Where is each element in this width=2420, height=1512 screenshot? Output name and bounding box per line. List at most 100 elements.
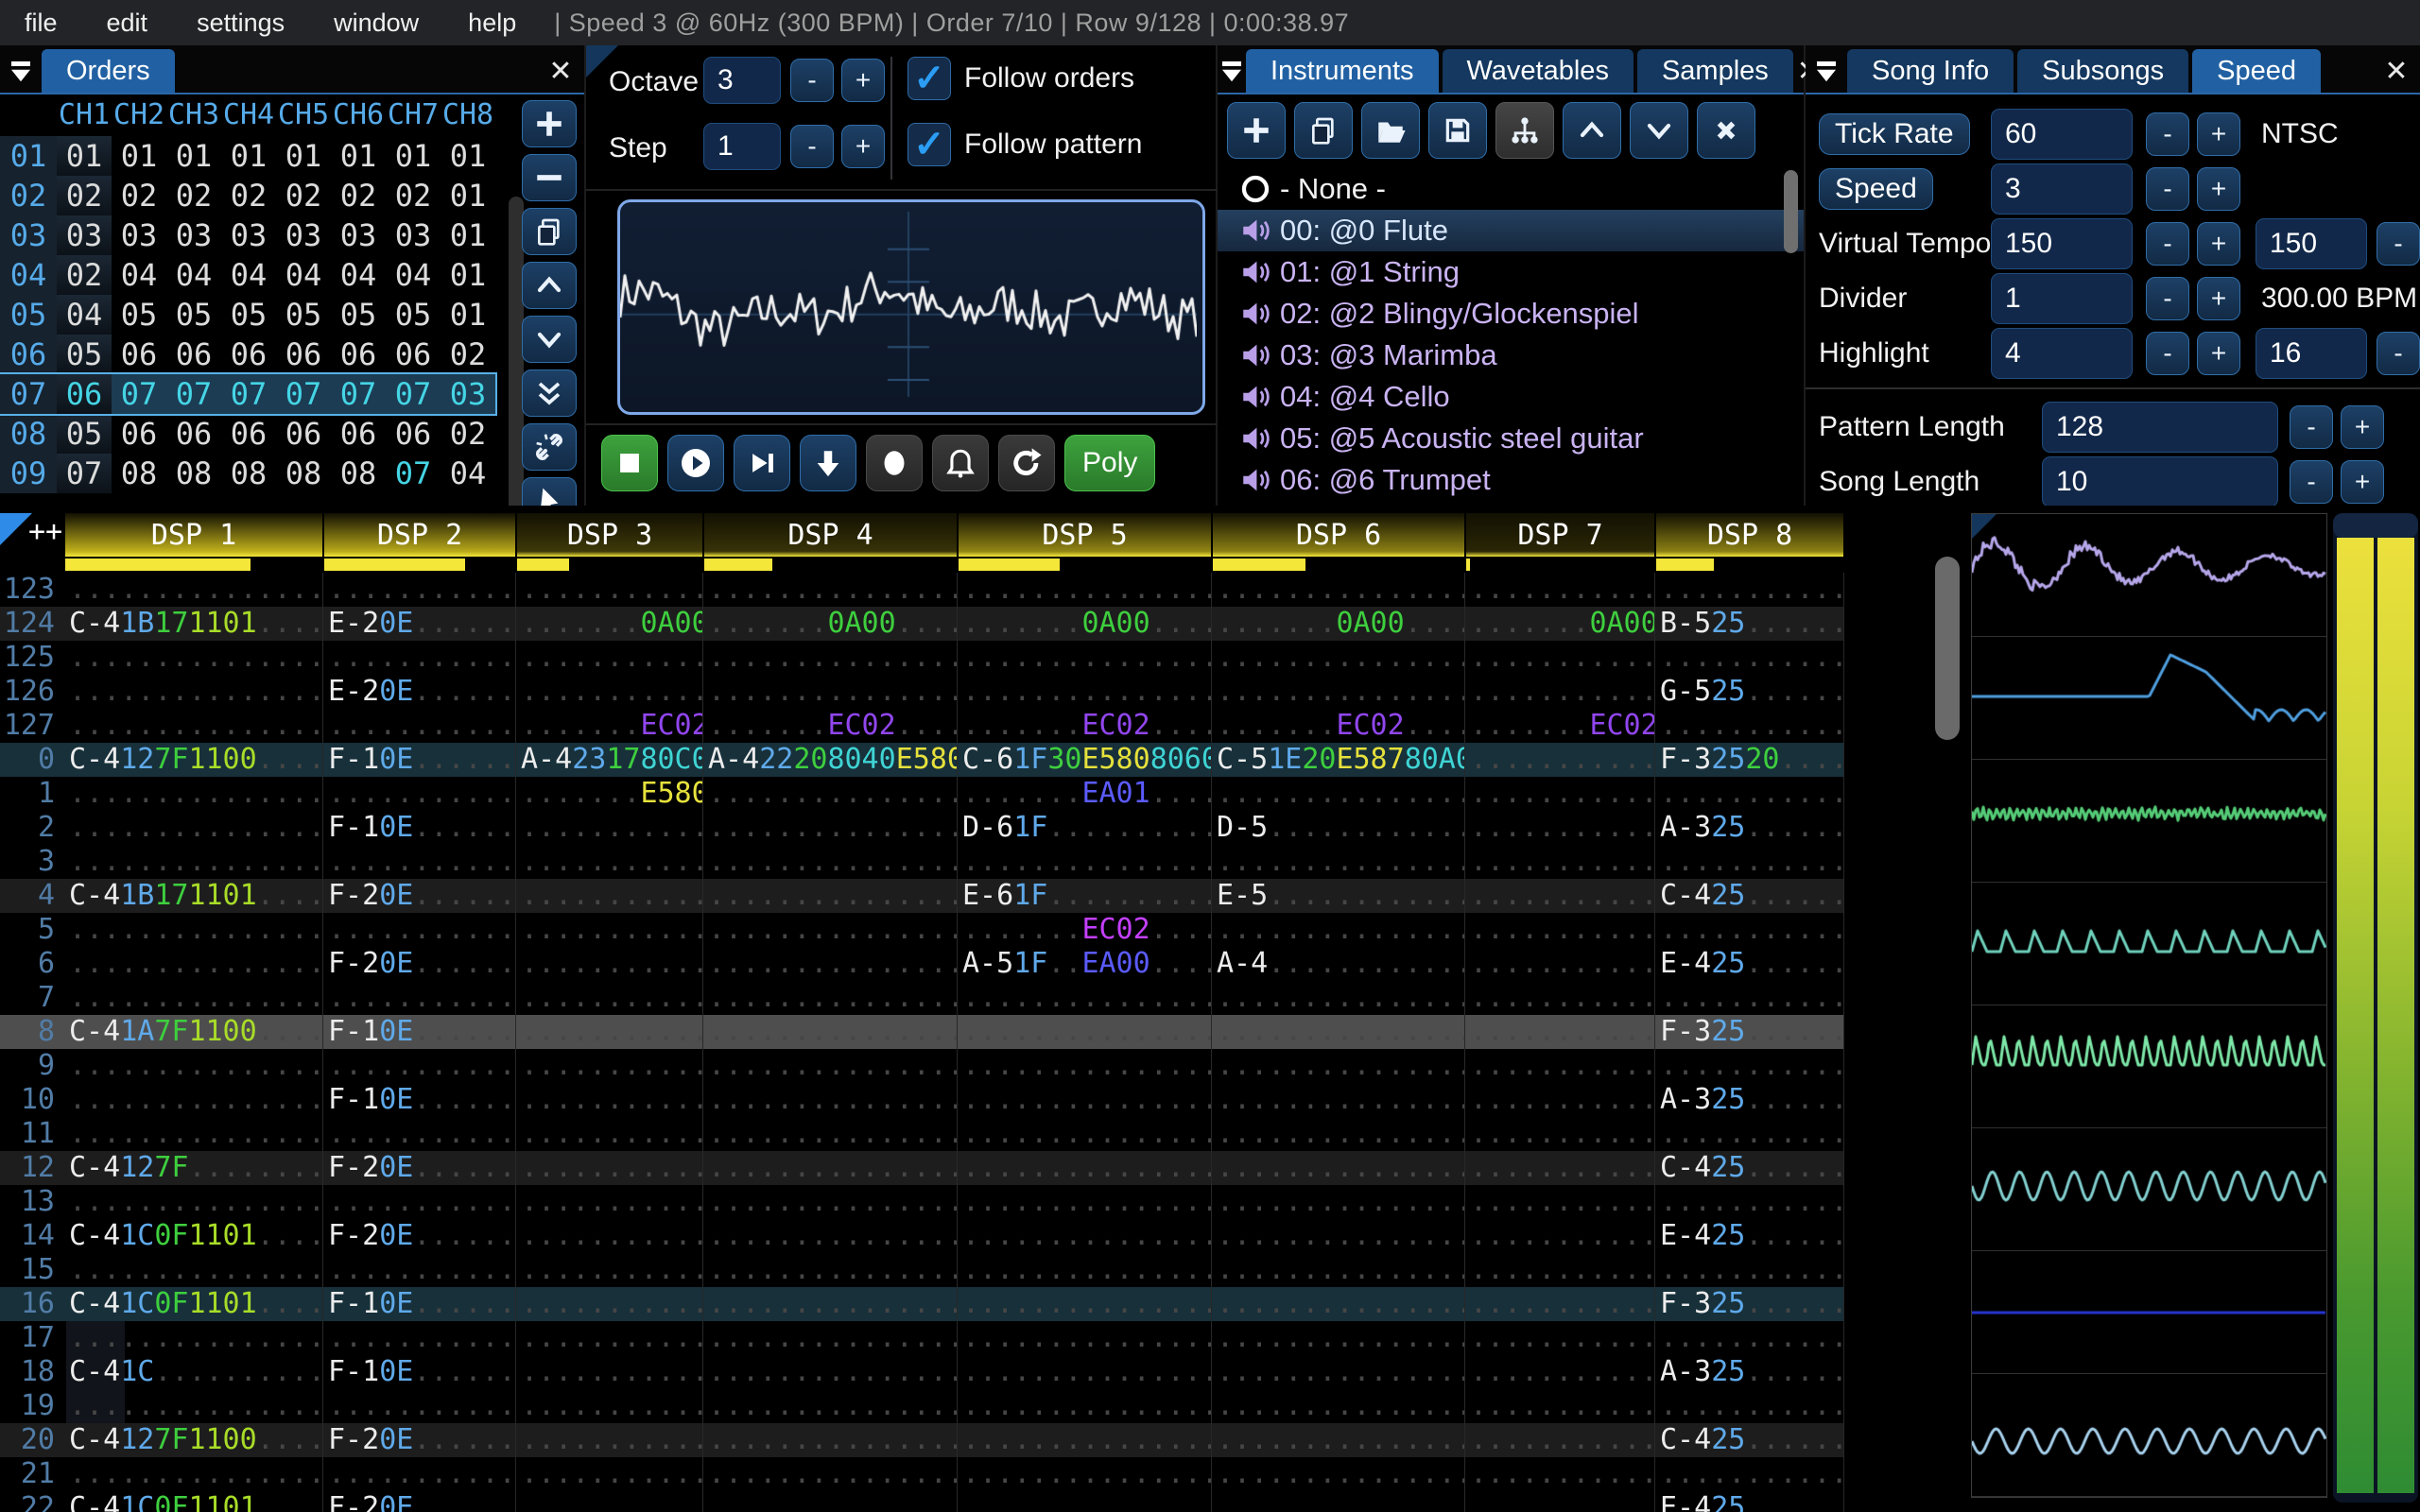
tab-orders[interactable]: Orders	[42, 49, 175, 93]
pattern-cell[interactable]: ...............	[1212, 641, 1465, 675]
pattern-cell[interactable]: ...............	[64, 641, 323, 675]
order-cell[interactable]: 07	[112, 374, 166, 414]
step-decrement-button[interactable]: -	[790, 125, 834, 168]
order-cell[interactable]: 02	[166, 176, 221, 215]
order-cell[interactable]: 02	[276, 176, 331, 215]
menu-help[interactable]: help	[443, 0, 541, 45]
pattern-cell[interactable]: ...............	[958, 1049, 1212, 1083]
pattern-cell[interactable]: E-5............	[1212, 879, 1465, 913]
follow-pattern-checkbox[interactable]: ✓	[908, 123, 951, 166]
collapse-icon[interactable]	[1806, 49, 1847, 93]
menu-settings[interactable]: settings	[172, 0, 309, 45]
menu-file[interactable]: file	[0, 0, 82, 45]
pattern-cell[interactable]: ...............	[64, 777, 323, 811]
pattern-cell[interactable]: ...............	[64, 1185, 323, 1219]
pattern-cell[interactable]: ...........	[1465, 913, 1655, 947]
pattern-cell[interactable]: E-20E......	[323, 607, 516, 641]
instrument-delete-button[interactable]	[1697, 102, 1755, 159]
pattern-cell[interactable]: C-41C0F1101....	[64, 1219, 323, 1253]
instrument-item[interactable]: 00: @0 Flute	[1218, 210, 1804, 251]
order-cell[interactable]: 07	[57, 454, 112, 493]
pattern-cell[interactable]: ...............	[703, 913, 958, 947]
pattern-cell[interactable]: F-20E......	[323, 1423, 516, 1457]
pattern-cell[interactable]: ...........	[516, 1083, 703, 1117]
order-cell[interactable]: 05	[276, 295, 331, 335]
pattern-cell[interactable]: ...........	[1465, 641, 1655, 675]
orders-remove-button[interactable]	[522, 154, 577, 201]
pattern-cell[interactable]: .......EC02	[516, 709, 703, 743]
pattern-cell[interactable]: E-425......	[1655, 947, 1844, 981]
octave-decrement-button[interactable]: -	[790, 59, 834, 102]
song-length-decrement-button[interactable]: -	[2290, 460, 2333, 504]
pattern-cell[interactable]: C-41B171101....	[64, 879, 323, 913]
pattern-cell[interactable]: .......EC02....	[958, 709, 1212, 743]
pattern-cell[interactable]: ...........	[323, 981, 516, 1015]
order-cell[interactable]: 01	[441, 295, 495, 335]
pattern-cell[interactable]: ...........	[516, 981, 703, 1015]
pattern-cell[interactable]: ...............	[703, 1491, 958, 1512]
pattern-row[interactable]: 22 C-41C0F1101.... F-20E..................…	[0, 1491, 1844, 1512]
pattern-cell[interactable]: ...............	[958, 1253, 1212, 1287]
pattern-cell[interactable]: ...............	[958, 1389, 1212, 1423]
pattern-cell[interactable]: ...............	[958, 1287, 1212, 1321]
pattern-cell[interactable]: ...............	[703, 947, 958, 981]
pattern-row[interactable]: 123.....................................…	[0, 573, 1844, 607]
pattern-cell[interactable]: F-20E......	[323, 947, 516, 981]
order-cell[interactable]: 06	[331, 335, 386, 374]
pattern-row[interactable]: 126............... E-20E.................…	[0, 675, 1844, 709]
play-button[interactable]	[667, 435, 724, 491]
pattern-cell[interactable]: ...............	[703, 1423, 958, 1457]
pattern-cell[interactable]: ...........	[323, 573, 516, 607]
pattern-cell[interactable]: ...........	[516, 1287, 703, 1321]
highlight-second-decrement-button[interactable]: -	[2377, 332, 2420, 375]
pattern-row[interactable]: 11......................................…	[0, 1117, 1844, 1151]
tab-subsongs[interactable]: Subsongs	[2017, 49, 2189, 93]
pattern-cell[interactable]: ...............	[958, 573, 1212, 607]
order-cell[interactable]: 03	[57, 215, 112, 255]
pattern-cell[interactable]: ...............	[64, 845, 323, 879]
pattern-cell[interactable]: A-422208040E580	[703, 743, 958, 777]
pattern-cell[interactable]: ...............	[958, 1083, 1212, 1117]
order-cell[interactable]: 03	[386, 215, 441, 255]
pattern-cell[interactable]: ...........	[1655, 641, 1844, 675]
speed-decrement-button[interactable]: -	[2146, 167, 2189, 211]
pattern-cell[interactable]: ...............	[1212, 1423, 1465, 1457]
order-cell[interactable]: 06	[166, 414, 221, 454]
pattern-cell[interactable]: ...............	[1212, 777, 1465, 811]
pattern-cell[interactable]: ...............	[703, 811, 958, 845]
pattern-cell[interactable]: F-20E......	[323, 879, 516, 913]
order-cell[interactable]: 01	[441, 176, 495, 215]
pattern-cell[interactable]: ...............	[1212, 1287, 1465, 1321]
pattern-cell[interactable]: .......EC02	[1465, 709, 1655, 743]
pattern-cell[interactable]: .......EC02....	[958, 913, 1212, 947]
pattern-cell[interactable]: ...........	[516, 1117, 703, 1151]
speed-input[interactable]: 3	[1991, 163, 2133, 215]
pattern-row[interactable]: 124 C-41B171101.... E-20E...... .......0A00…	[0, 607, 1844, 641]
pattern-cell[interactable]: ...............	[1212, 1049, 1465, 1083]
pattern-cell[interactable]: ...............	[703, 1015, 958, 1049]
pattern-cell[interactable]: ...............	[64, 1083, 323, 1117]
order-cell[interactable]: 06	[386, 335, 441, 374]
order-cell[interactable]: 07	[386, 374, 441, 414]
order-cell[interactable]: 04	[386, 255, 441, 295]
pattern-cell[interactable]: ...............	[958, 1015, 1212, 1049]
pattern-cell[interactable]: C-41C..........	[64, 1355, 323, 1389]
order-cell[interactable]: 08	[331, 454, 386, 493]
pattern-cell[interactable]: ...........	[323, 1117, 516, 1151]
pattern-cell[interactable]: E-20E......	[323, 675, 516, 709]
channel-header-2[interactable]: DSP 2	[324, 513, 515, 557]
pattern-cell[interactable]: ...............	[958, 1491, 1212, 1512]
pattern-cell[interactable]: ...........	[1465, 879, 1655, 913]
highlight-first-decrement-button[interactable]: -	[2146, 332, 2189, 375]
order-cell[interactable]: 01	[112, 136, 166, 176]
pattern-cell[interactable]: ...............	[958, 675, 1212, 709]
pattern-cell[interactable]: ...............	[1212, 845, 1465, 879]
pattern-cell[interactable]: ...........	[323, 777, 516, 811]
pattern-row[interactable]: 7.......................................…	[0, 981, 1844, 1015]
pattern-cell[interactable]: C-41A7F1100....	[64, 1015, 323, 1049]
channel-header-1[interactable]: DSP 1	[65, 513, 322, 557]
pattern-cell[interactable]: ...............	[703, 879, 958, 913]
order-cell[interactable]: 06	[276, 335, 331, 374]
tick-rate-increment-button[interactable]: +	[2197, 112, 2240, 156]
pattern-cell[interactable]: ...............	[1212, 1219, 1465, 1253]
